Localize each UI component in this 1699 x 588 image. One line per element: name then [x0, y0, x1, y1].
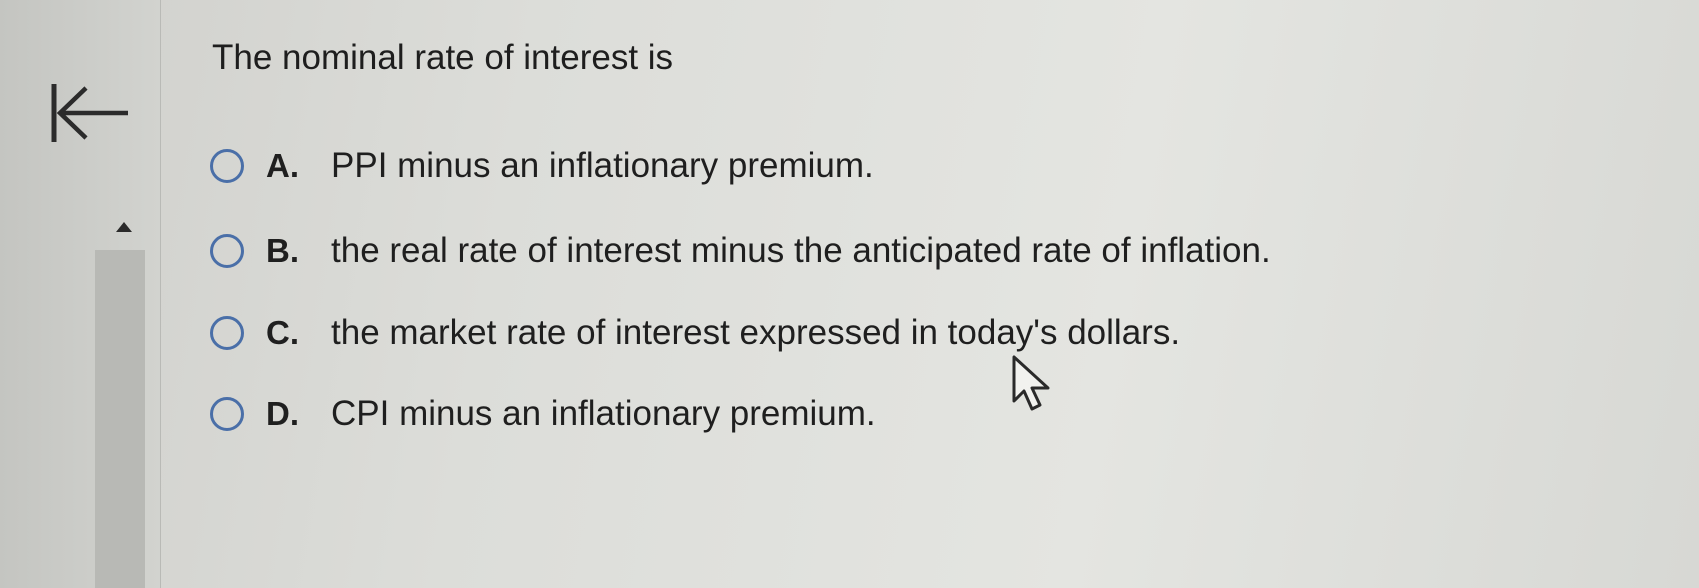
option-letter: B.	[266, 232, 299, 269]
option-text: PPI minus an inflationary premium.	[331, 146, 874, 185]
answer-option-b[interactable]: B. the real rate of interest minus the a…	[210, 226, 1271, 276]
option-text: the market rate of interest expressed in…	[331, 313, 1181, 352]
scroll-up-button[interactable]	[116, 222, 132, 232]
option-text: CPI minus an inflationary premium.	[331, 394, 876, 433]
answer-option-a[interactable]: A. PPI minus an inflationary premium.	[210, 141, 874, 191]
radio-button-d[interactable]	[210, 397, 244, 431]
radio-button-b[interactable]	[210, 234, 244, 268]
option-letter: A.	[266, 147, 299, 184]
radio-button-c[interactable]	[210, 316, 244, 350]
mouse-pointer-icon	[1012, 355, 1050, 411]
option-letter: D.	[266, 395, 299, 432]
answer-option-d[interactable]: D. CPI minus an inflationary premium.	[210, 389, 876, 439]
answer-option-c[interactable]: C. the market rate of interest expressed…	[210, 308, 1180, 358]
collapse-left-icon	[51, 84, 128, 142]
option-text: the real rate of interest minus the anti…	[331, 231, 1271, 270]
radio-button-a[interactable]	[210, 149, 244, 183]
scrollbar-track[interactable]	[95, 250, 145, 588]
collapse-button[interactable]	[50, 82, 130, 144]
option-letter: C.	[266, 314, 299, 351]
question-text: The nominal rate of interest is	[212, 38, 674, 77]
